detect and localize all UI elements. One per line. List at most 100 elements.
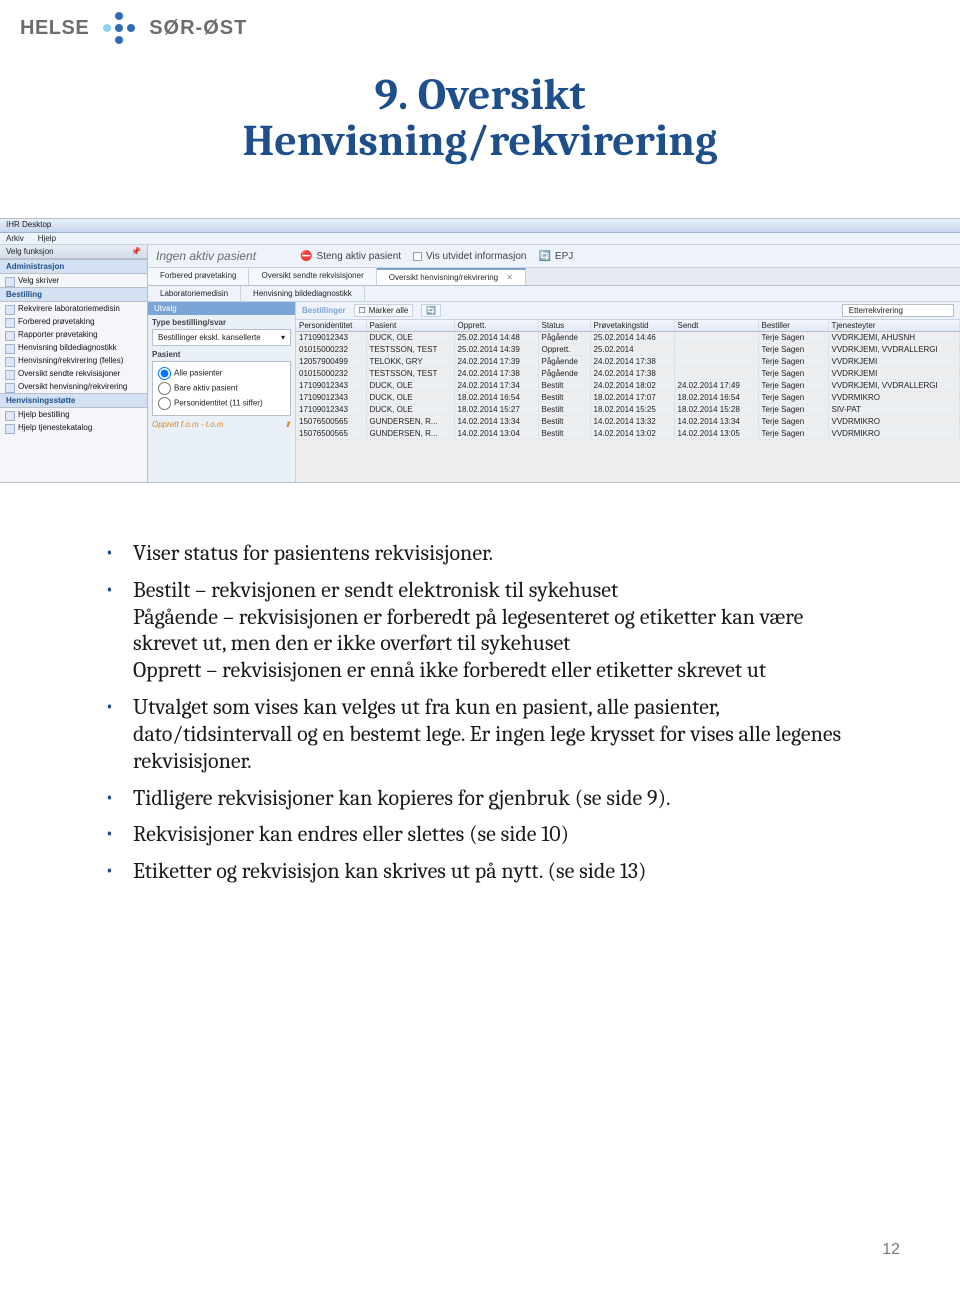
table-cell: 15076500565: [296, 416, 366, 428]
table-row[interactable]: 17109012343DUCK, OLE18.02.2014 16:54Best…: [296, 392, 960, 404]
table-cell: Terje Sagen: [758, 368, 828, 380]
table-cell: Terje Sagen: [758, 416, 828, 428]
no-active-patient-label: Ingen aktiv pasient: [156, 249, 256, 263]
status-pagaende: Pågående: [133, 604, 218, 630]
col-opprett[interactable]: Opprett.: [454, 320, 538, 332]
table-cell: 01015000232: [296, 368, 366, 380]
checkbox-icon: ☐: [359, 306, 366, 315]
etterrekvirering-field[interactable]: Etterrekvirering: [842, 304, 954, 317]
table-cell: 14.02.2014 13:34: [454, 416, 538, 428]
table-cell: Bestilt: [538, 404, 590, 416]
table-row[interactable]: 17109012343DUCK, OLE25.02.2014 14:48Pågå…: [296, 332, 960, 344]
refresh-button[interactable]: 🔄: [421, 304, 441, 317]
pin-icon[interactable]: 📌: [131, 247, 141, 256]
table-cell: 14.02.2014 13:04: [454, 428, 538, 440]
status-bestilt: Bestilt: [133, 577, 190, 603]
bullet-4-text: rekvisisjonen er ennå ikke forberedt ell…: [222, 657, 766, 683]
section-bestilling[interactable]: Bestilling: [0, 287, 147, 302]
rekvisisjoner-table: Personidentitet Pasient Opprett. Status …: [296, 320, 960, 440]
sidebar: Velg funksjon 📌 Administrasjon Velg skri…: [0, 245, 148, 483]
chevron-down-icon: ▾: [281, 333, 285, 342]
marker-alle-label: Marker alle: [369, 306, 409, 315]
close-patient-button[interactable]: ⛔ Steng aktiv pasient: [300, 251, 401, 262]
col-personidentitet[interactable]: Personidentitet: [296, 320, 366, 332]
table-cell: 14.02.2014 13:34: [674, 416, 758, 428]
marker-alle-button[interactable]: ☐ Marker alle: [354, 304, 414, 317]
table-toolbar: Bestillinger ☐ Marker alle 🔄 Etterrekvir…: [296, 302, 960, 320]
table-cell: 12057900499: [296, 356, 366, 368]
table-cell: [674, 332, 758, 344]
close-patient-label: Steng aktiv pasient: [317, 251, 402, 262]
subtab-laboratoriemedisin[interactable]: Laboratoriemedisin: [148, 286, 241, 301]
table-cell: 24.02.2014 17:38: [454, 368, 538, 380]
table-row[interactable]: 15076500565GUNDERSEN, R...14.02.2014 13:…: [296, 428, 960, 440]
table-row[interactable]: 01015000232TESTSSON, TEST24.02.2014 17:3…: [296, 368, 960, 380]
table-cell: 25.02.2014 14:46: [590, 332, 674, 344]
epj-button[interactable]: 🔄 EPJ: [538, 251, 573, 262]
table-cell: 17109012343: [296, 392, 366, 404]
bullet-6: Tidligere rekvisisjoner kan kopieres for…: [105, 785, 865, 812]
table-cell: 24.02.2014 17:38: [590, 368, 674, 380]
stop-icon: ⛔: [300, 251, 312, 262]
close-icon[interactable]: ✕: [506, 273, 513, 282]
sidebar-item[interactable]: Hjelp tjenestekatalog: [0, 421, 147, 434]
table-cell: 14.02.2014 13:32: [590, 416, 674, 428]
table-row[interactable]: 12057900499TELOKK, GRY24.02.2014 17:39På…: [296, 356, 960, 368]
table-row[interactable]: 01015000232TESTSSON, TEST25.02.2014 14:3…: [296, 344, 960, 356]
table-cell: Pågående: [538, 332, 590, 344]
table-cell: VVDRKJEMI: [828, 368, 960, 380]
tabs-row-1: Forbered prøvetaking Oversikt sendte rek…: [148, 268, 960, 286]
show-extended-checkbox[interactable]: Vis utvidet informasjon: [413, 251, 526, 262]
menu-arkiv[interactable]: Arkiv: [6, 234, 24, 243]
radio-alle-pasienter[interactable]: Alle pasienter: [158, 367, 285, 380]
radio-personidentitet[interactable]: Personidentitet (11 siffer): [158, 397, 285, 410]
radio-bare-aktiv[interactable]: Bare aktiv pasient: [158, 382, 285, 395]
tab-oversikt-sendte[interactable]: Oversikt sendte rekvisisjoner: [249, 268, 376, 285]
col-provetaking[interactable]: Prøvetakingstid: [590, 320, 674, 332]
bestillinger-label: Bestillinger: [302, 306, 346, 315]
col-pasient[interactable]: Pasient: [366, 320, 454, 332]
app-screenshot: IHR Desktop Arkiv Hjelp Velg funksjon 📌 …: [0, 218, 960, 483]
section-henvisningsstotte[interactable]: Henvisningsstøtte: [0, 393, 147, 408]
tab-forbered-provetaking[interactable]: Forbered prøvetaking: [148, 268, 249, 285]
table-row[interactable]: 15076500565GUNDERSEN, R...14.02.2014 13:…: [296, 416, 960, 428]
panel-row: Utvalg Type bestilling/svar Bestillinger…: [148, 302, 960, 483]
sidebar-item[interactable]: Oversikt sendte rekvisisjoner: [0, 367, 147, 380]
bullet-2-text: rekvisjonen er sendt elektronisk til syk…: [211, 577, 618, 603]
sidebar-item[interactable]: Rekvirere laboratoriemedisin: [0, 302, 147, 315]
sidebar-item[interactable]: Rapporter prøvetaking: [0, 328, 147, 341]
show-extended-label: Vis utvidet informasjon: [426, 251, 526, 262]
table-cell: 18.02.2014 15:27: [454, 404, 538, 416]
col-status[interactable]: Status: [538, 320, 590, 332]
tab-oversikt-henvisning-rekvirering[interactable]: Oversikt henvisning/rekvirering ✕: [377, 268, 526, 285]
col-tjenesteyter[interactable]: Tjenesteyter: [828, 320, 960, 332]
table-cell: DUCK, OLE: [366, 332, 454, 344]
title-line-1: 9. Oversikt: [0, 72, 960, 118]
sidebar-item[interactable]: Velg skriver: [0, 274, 147, 287]
table-cell: 18.02.2014 15:28: [674, 404, 758, 416]
sidebar-item[interactable]: Henvisning bildediagnostikk: [0, 341, 147, 354]
brand-logo: HELSE SØR-ØST: [20, 10, 247, 46]
table-cell: [674, 356, 758, 368]
table-cell: 24.02.2014 17:39: [454, 356, 538, 368]
menu-hjelp[interactable]: Hjelp: [38, 234, 56, 243]
sidebar-item[interactable]: Oversikt henvisning/rekvirering: [0, 380, 147, 393]
table-row[interactable]: 17109012343DUCK, OLE18.02.2014 15:27Best…: [296, 404, 960, 416]
sidebar-item[interactable]: Hjelp bestilling: [0, 408, 147, 421]
type-bestilling-dropdown[interactable]: Bestillinger ekskl. kansellerte ▾: [152, 329, 291, 346]
table-cell: 18.02.2014 15:25: [590, 404, 674, 416]
sidebar-item[interactable]: Forbered prøvetaking: [0, 315, 147, 328]
sidebar-item[interactable]: Henvisning/rekvirering (felles): [0, 354, 147, 367]
table-cell: GUNDERSEN, R...: [366, 428, 454, 440]
table-cell: Terje Sagen: [758, 404, 828, 416]
table-row[interactable]: 17109012343DUCK, OLE24.02.2014 17:34Best…: [296, 380, 960, 392]
col-sendt[interactable]: Sendt: [674, 320, 758, 332]
table-cell: VVDRKJEMI, VVDRALLERGI: [828, 344, 960, 356]
window-titlebar: IHR Desktop: [0, 219, 960, 233]
expand-icon[interactable]: ⬍: [284, 420, 291, 429]
slide-body: Viser status for pasientens rekvisisjone…: [105, 540, 865, 895]
section-administrasjon[interactable]: Administrasjon: [0, 259, 147, 274]
col-bestiller[interactable]: Bestiller: [758, 320, 828, 332]
subtab-bildediagnostikk[interactable]: Henvisning bildediagnostikk: [241, 286, 365, 301]
table-cell: Terje Sagen: [758, 332, 828, 344]
